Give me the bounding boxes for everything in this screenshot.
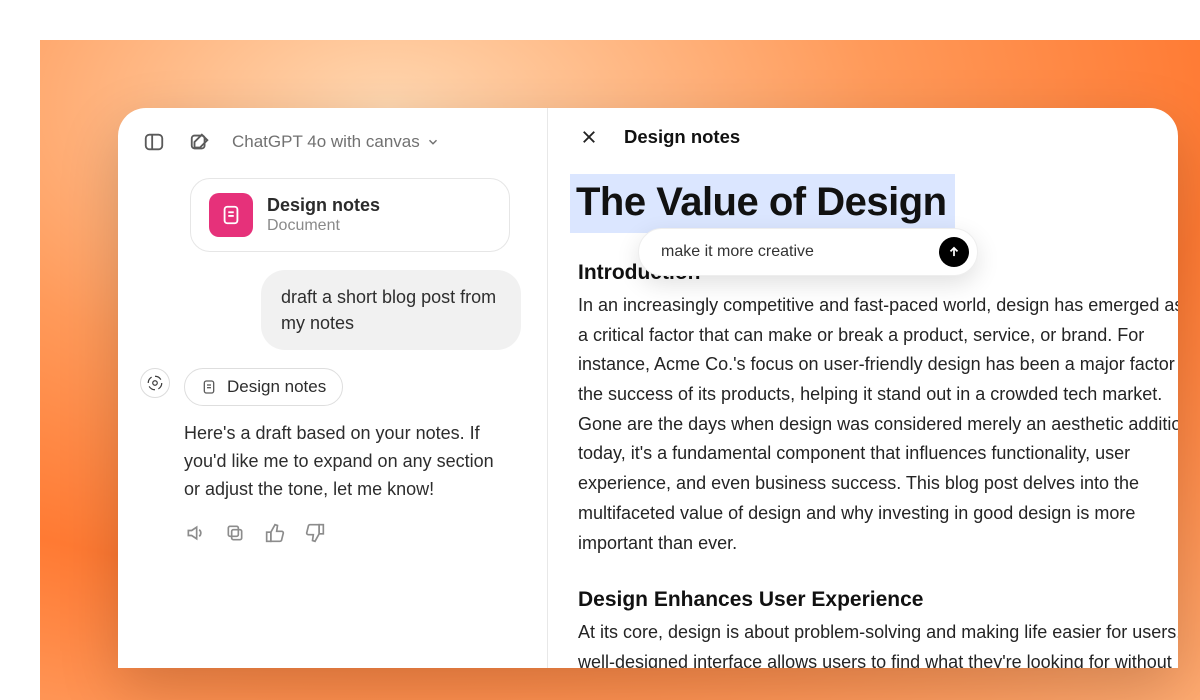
attachment-title: Design notes bbox=[267, 195, 380, 217]
assistant-document-chip[interactable]: Design notes bbox=[184, 368, 343, 406]
new-chat-icon[interactable] bbox=[186, 128, 214, 156]
read-aloud-icon[interactable] bbox=[184, 522, 206, 544]
attachment-card[interactable]: Design notes Document bbox=[190, 178, 510, 252]
user-message: draft a short blog post from my notes bbox=[261, 270, 521, 350]
document-icon bbox=[209, 193, 253, 237]
chat-body: Design notes Document draft a short blog… bbox=[118, 170, 547, 544]
attachment-subtitle: Document bbox=[267, 216, 380, 235]
section-heading: Design Enhances User Experience bbox=[578, 588, 1178, 612]
message-actions bbox=[184, 518, 525, 544]
app-window: ChatGPT 4o with canvas Design bbox=[118, 108, 1178, 668]
assistant-document-chip-label: Design notes bbox=[227, 377, 326, 397]
close-canvas-button[interactable] bbox=[578, 126, 600, 148]
canvas-header: Design notes bbox=[578, 126, 1178, 148]
thumbs-up-icon[interactable] bbox=[264, 522, 286, 544]
inline-edit-send-button[interactable] bbox=[939, 237, 969, 267]
chevron-down-icon bbox=[426, 135, 440, 149]
model-label: ChatGPT 4o with canvas bbox=[232, 132, 420, 152]
model-selector[interactable]: ChatGPT 4o with canvas bbox=[232, 132, 440, 152]
document-h1: The Value of Design bbox=[576, 180, 947, 224]
user-message-row: draft a short blog post from my notes bbox=[140, 270, 525, 350]
document-h1-highlight[interactable]: The Value of Design bbox=[572, 176, 953, 231]
inline-edit-pill bbox=[638, 228, 978, 276]
canvas-panel: Design notes The Value of Design Introdu… bbox=[548, 108, 1178, 668]
thumbs-down-icon[interactable] bbox=[304, 522, 326, 544]
chat-header: ChatGPT 4o with canvas bbox=[118, 108, 547, 170]
assistant-row: Design notes Here's a draft based on you… bbox=[140, 368, 525, 544]
chat-panel: ChatGPT 4o with canvas Design bbox=[118, 108, 548, 668]
assistant-message: Here's a draft based on your notes. If y… bbox=[184, 420, 514, 504]
document[interactable]: The Value of Design Introduction In an i… bbox=[578, 176, 1178, 668]
copy-icon[interactable] bbox=[224, 522, 246, 544]
canvas-title: Design notes bbox=[624, 126, 740, 148]
sidebar-toggle-icon[interactable] bbox=[140, 128, 168, 156]
section-body: In an increasingly competitive and fast-… bbox=[578, 291, 1178, 558]
section-body: At its core, design is about problem-sol… bbox=[578, 618, 1178, 668]
inline-edit-input[interactable] bbox=[661, 243, 927, 261]
assistant-avatar bbox=[140, 368, 170, 398]
